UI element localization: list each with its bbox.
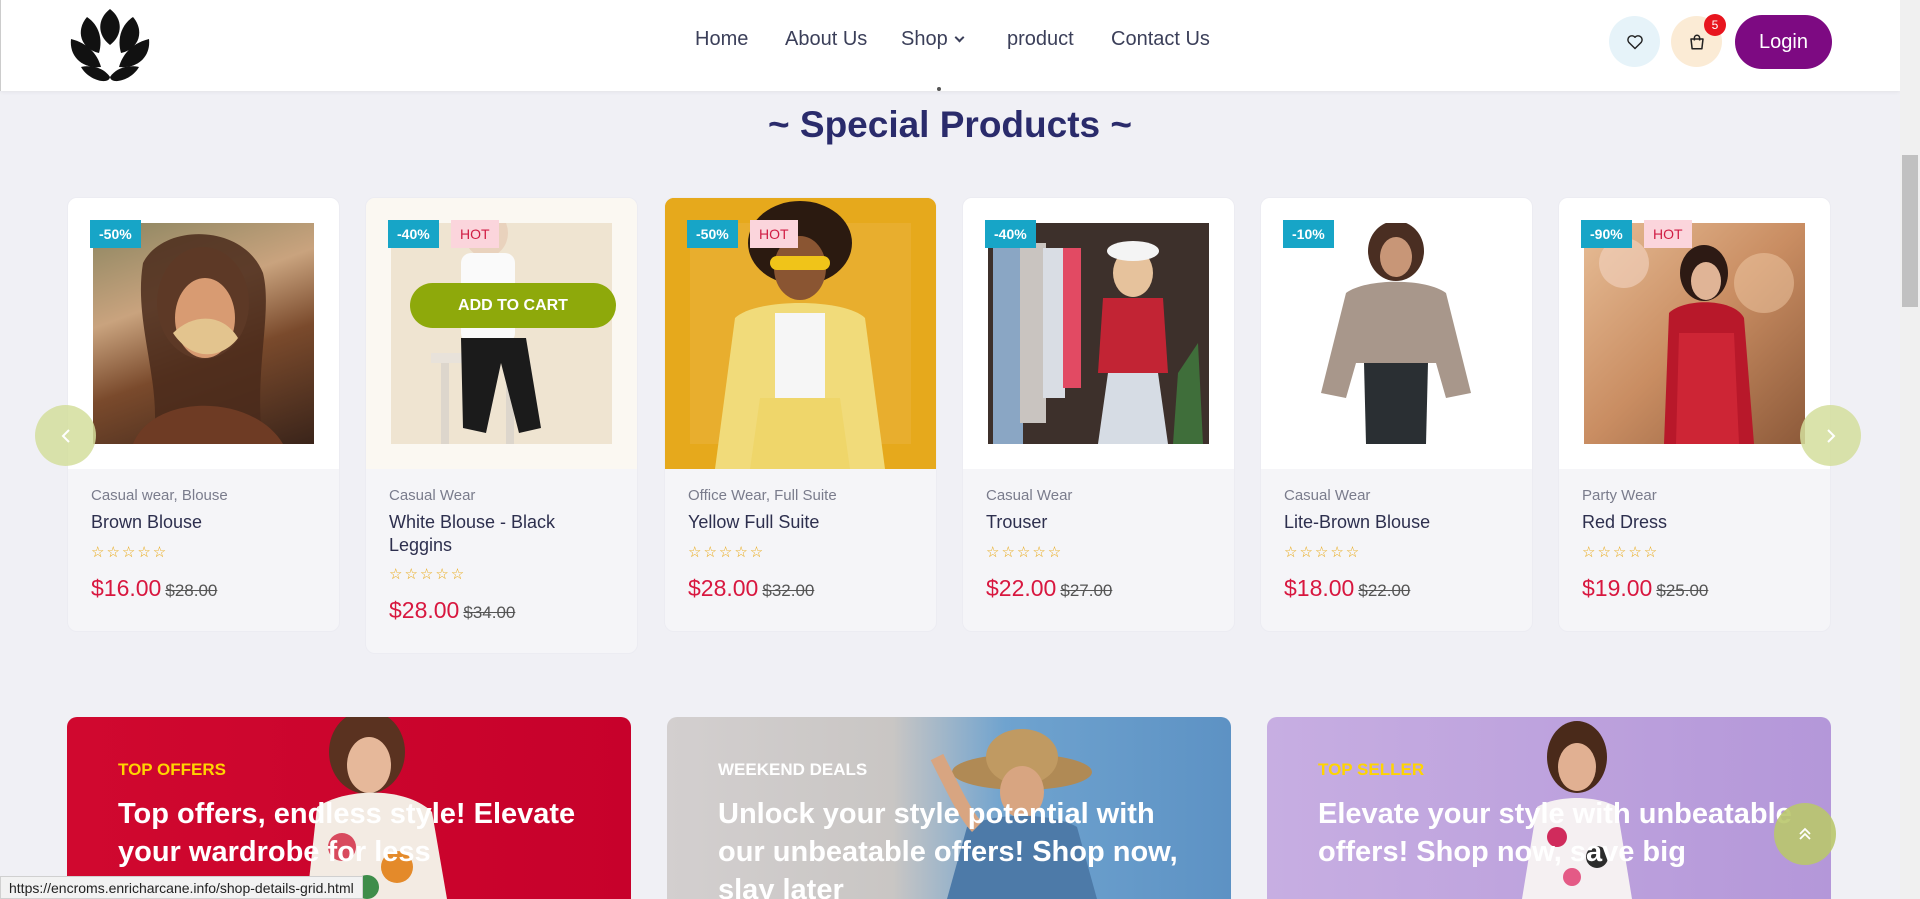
product-photo[interactable]	[988, 223, 1209, 444]
chevron-left-icon	[61, 428, 70, 443]
rating-stars: ☆☆☆☆☆	[1582, 544, 1660, 561]
rating-stars: ☆☆☆☆☆	[1284, 544, 1362, 561]
chevron-down-icon	[954, 32, 965, 43]
cart-button[interactable]: 5	[1671, 14, 1726, 67]
nav-contact-us[interactable]: Contact Us	[1111, 28, 1210, 51]
current-price: $22.00	[986, 575, 1057, 601]
product-name[interactable]: Brown Blouse	[91, 511, 321, 534]
old-price: $27.00	[1060, 581, 1113, 600]
hot-badge: HOT	[451, 220, 499, 248]
product-price: $19.00 $25.00	[1582, 575, 1708, 602]
product-category[interactable]: Casual Wear	[986, 487, 1072, 504]
nav-product[interactable]: product	[1007, 28, 1074, 51]
discount-badge: -50%	[687, 220, 738, 248]
discount-badge: -10%	[1283, 220, 1334, 248]
hot-badge: HOT	[750, 220, 798, 248]
current-price: $19.00	[1582, 575, 1653, 601]
product-name[interactable]: Red Dress	[1582, 511, 1812, 534]
nav-home[interactable]: Home	[695, 28, 748, 51]
current-price: $28.00	[389, 597, 460, 623]
product-photo[interactable]	[391, 223, 612, 444]
promo-tag: WEEKEND DEALS	[718, 760, 868, 779]
old-price: $28.00	[165, 581, 218, 600]
chevron-right-icon	[1826, 428, 1835, 443]
product-card[interactable]: -40% HOT ADD TO CART Casual Wear White B…	[365, 197, 638, 654]
add-to-cart-button[interactable]: ADD TO CART	[410, 283, 616, 328]
hot-badge: HOT	[1644, 220, 1692, 248]
promo-banner-top-offers[interactable]: TOP OFFERS Top offers, endless style! El…	[67, 717, 631, 899]
heart-icon	[1626, 34, 1643, 49]
status-bar-url: https://encroms.enricharcane.info/shop-d…	[0, 876, 363, 899]
section-title: ~ Special Products ~	[768, 104, 1132, 145]
discount-badge: -40%	[985, 220, 1036, 248]
rating-stars: ☆☆☆☆☆	[389, 566, 467, 583]
nav-about-us[interactable]: About Us	[785, 28, 867, 51]
discount-badge: -50%	[90, 220, 141, 248]
current-price: $16.00	[91, 575, 162, 601]
double-chevron-up-icon	[1799, 827, 1811, 840]
rating-stars: ☆☆☆☆☆	[986, 544, 1064, 561]
product-card[interactable]: -40% Casual Wear Trouser ☆☆☆☆☆ $22.00 $27…	[962, 197, 1235, 632]
discount-badge: -40%	[388, 220, 439, 248]
carousel-next-button[interactable]	[1800, 405, 1861, 466]
old-price: $22.00	[1358, 581, 1411, 600]
product-card[interactable]: -50% Casual wear, Blouse Brown Blouse ☆☆…	[67, 197, 340, 632]
product-price: $28.00 $34.00	[389, 597, 515, 624]
product-card[interactable]: -50% HOT Office Wear, Full Suite Yellow …	[664, 197, 937, 632]
product-price: $18.00 $22.00	[1284, 575, 1410, 602]
product-name[interactable]: Trouser	[986, 511, 1216, 534]
product-category[interactable]: Casual Wear	[1284, 487, 1370, 504]
rating-stars: ☆☆☆☆☆	[91, 544, 169, 561]
product-card[interactable]: -90% HOT Party Wear Red Dress ☆☆☆☆☆ $19.…	[1558, 197, 1831, 632]
promo-text: Top offers, endless style! Elevate your …	[118, 798, 576, 868]
product-photo[interactable]	[93, 223, 314, 444]
product-price: $16.00 $28.00	[91, 575, 217, 602]
login-button[interactable]: Login	[1735, 15, 1832, 69]
product-photo[interactable]	[1584, 223, 1805, 444]
divider-dot	[937, 87, 941, 91]
wishlist-button[interactable]	[1609, 16, 1660, 67]
old-price: $34.00	[463, 603, 516, 622]
promo-tag: TOP SELLER	[1318, 760, 1425, 779]
current-price: $18.00	[1284, 575, 1355, 601]
carousel-prev-button[interactable]	[35, 405, 96, 466]
product-category[interactable]: Party Wear	[1582, 487, 1657, 504]
product-price: $28.00 $32.00	[688, 575, 814, 602]
promo-text: Unlock your style potential with our unb…	[718, 798, 1178, 899]
product-name[interactable]: White Blouse - Black Leggins	[389, 511, 619, 557]
promo-banner-weekend-deals[interactable]: WEEKEND DEALS Unlock your style potentia…	[667, 717, 1231, 899]
site-header: Home About Us Shop product Contact Us 5 …	[0, 0, 1900, 91]
product-photo[interactable]	[1286, 223, 1507, 444]
product-category[interactable]: Casual Wear	[389, 487, 475, 504]
old-price: $25.00	[1656, 581, 1709, 600]
product-card[interactable]: -10% Casual Wear Lite-Brown Blouse ☆☆☆☆☆…	[1260, 197, 1533, 632]
scrollbar-track[interactable]	[1900, 0, 1920, 899]
product-name[interactable]: Yellow Full Suite	[688, 511, 918, 534]
product-price: $22.00 $27.00	[986, 575, 1112, 602]
promo-text: Elevate your style with unbeatable offer…	[1318, 798, 1792, 868]
product-name[interactable]: Lite-Brown Blouse	[1284, 511, 1514, 534]
discount-badge: -90%	[1581, 220, 1632, 248]
back-to-top-button[interactable]	[1774, 803, 1836, 865]
current-price: $28.00	[688, 575, 759, 601]
shopping-bag-icon	[1689, 34, 1704, 49]
promo-banner-top-seller[interactable]: TOP SELLER Elevate your style with unbea…	[1267, 717, 1831, 899]
promo-tag: TOP OFFERS	[118, 760, 227, 779]
nav-shop-label: Shop	[901, 28, 948, 50]
old-price: $32.00	[762, 581, 815, 600]
scrollbar-thumb[interactable]	[1902, 155, 1918, 307]
product-category[interactable]: Office Wear, Full Suite	[688, 487, 837, 504]
rating-stars: ☆☆☆☆☆	[688, 544, 766, 561]
nav-shop[interactable]: Shop	[901, 28, 965, 51]
product-category[interactable]: Casual wear, Blouse	[91, 487, 228, 504]
cart-count-badge: 5	[1704, 14, 1726, 36]
